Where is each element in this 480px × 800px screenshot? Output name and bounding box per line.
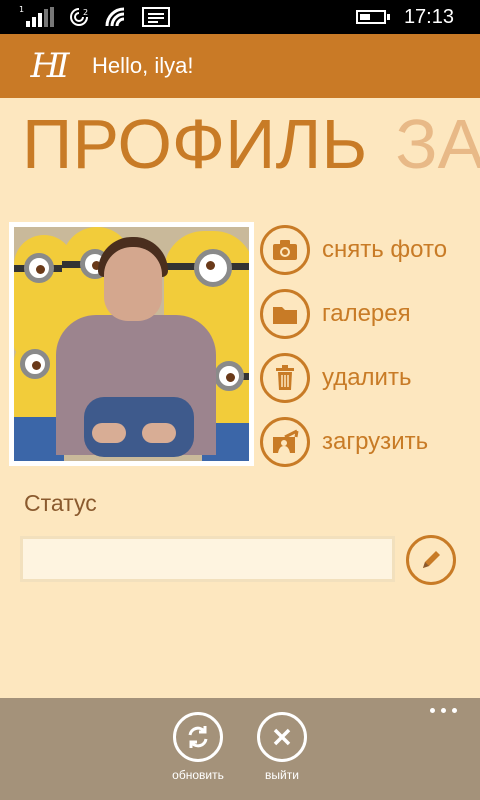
status-label: Статус — [24, 490, 97, 516]
sim-icon: 2 — [68, 6, 90, 28]
gallery-label: галерея — [322, 300, 411, 327]
battery-icon — [355, 10, 390, 24]
pivot-item-profile[interactable]: ПРОФИЛЬ — [22, 105, 367, 183]
pencil-icon — [423, 551, 440, 568]
refresh-button[interactable]: обновить — [153, 712, 243, 782]
close-icon — [257, 712, 307, 762]
delete-label: удалить — [322, 364, 412, 391]
take-photo-label: снять фото — [322, 236, 448, 263]
wifi-icon — [104, 6, 128, 28]
trash-icon — [260, 353, 310, 403]
camera-icon — [260, 225, 310, 275]
upload-photo-button[interactable]: загрузить — [260, 416, 428, 468]
upload-label: загрузить — [322, 428, 429, 455]
gallery-button[interactable]: галерея — [260, 288, 411, 340]
app-bar: обновить выйти — [0, 698, 480, 800]
greeting-text: Hello, ilya! — [92, 53, 194, 78]
profile-photo — [9, 222, 254, 466]
avatar-image — [14, 227, 249, 461]
more-icon[interactable] — [430, 706, 460, 716]
delete-photo-button[interactable]: удалить — [260, 352, 411, 404]
svg-text:2: 2 — [83, 8, 88, 17]
logout-label: выйти — [265, 768, 299, 782]
status-bar: 1 2 17:13 — [0, 0, 480, 34]
refresh-icon — [173, 712, 223, 762]
upload-photo-icon — [260, 417, 310, 467]
clock: 17:13 — [403, 5, 454, 28]
refresh-label: обновить — [172, 768, 224, 782]
take-photo-button[interactable]: снять фото — [260, 224, 447, 276]
app-header: HI Hello, ilya! — [0, 34, 480, 98]
message-icon — [142, 7, 170, 27]
signal-icon: 1 — [19, 5, 54, 27]
edit-status-button[interactable] — [406, 535, 456, 585]
pivot-header: ПРОФИЛЬ ЗА — [22, 104, 480, 184]
pivot-item-next[interactable]: ЗА — [395, 105, 480, 183]
sim-number: 1 — [19, 5, 25, 14]
logout-button[interactable]: выйти — [237, 712, 327, 782]
app-logo-icon: HI — [30, 46, 69, 86]
folder-icon — [260, 289, 310, 339]
status-input[interactable] — [20, 536, 395, 582]
